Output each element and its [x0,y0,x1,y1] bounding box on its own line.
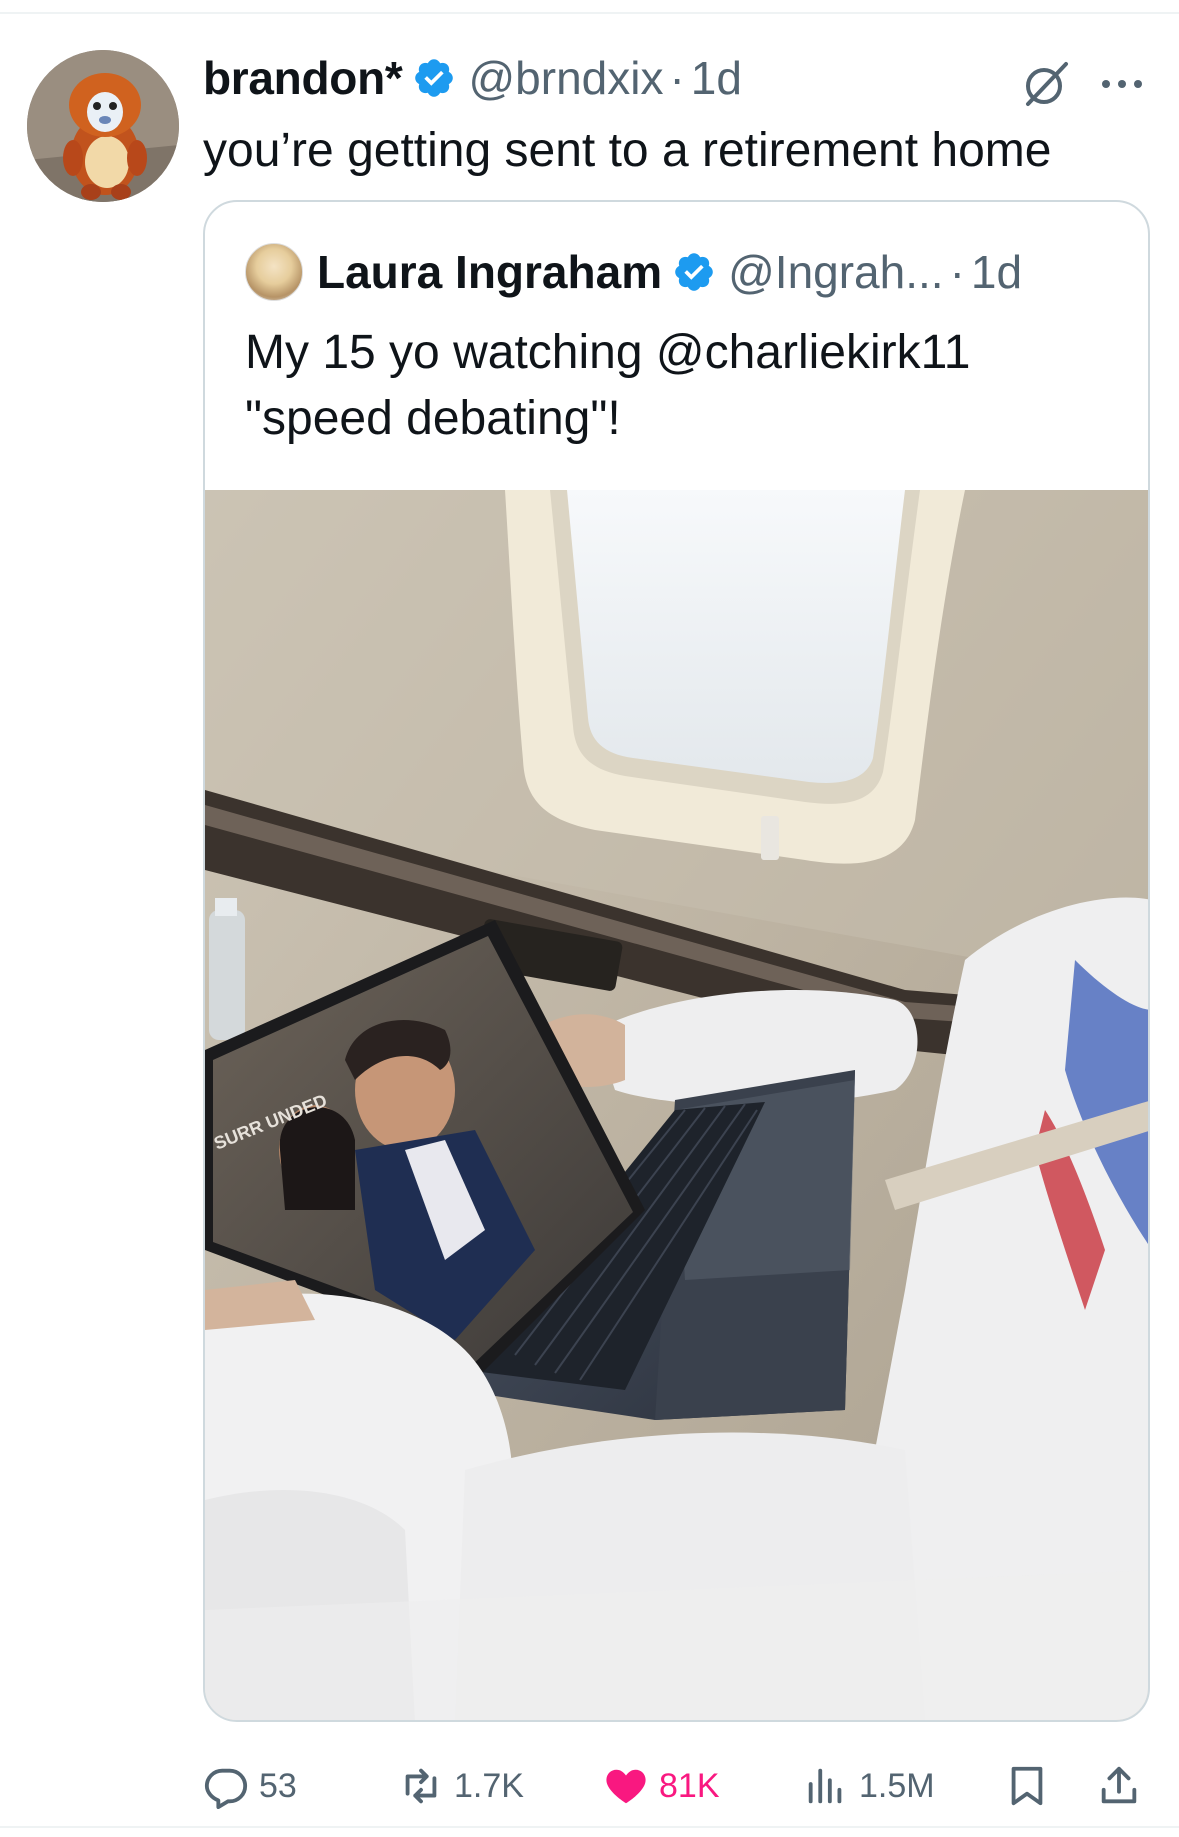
bottom-divider [0,1826,1179,1828]
quoted-author-name[interactable]: Laura Ingraham [317,245,662,299]
views-icon [808,1768,842,1804]
repost-count: 1.7K [454,1766,524,1805]
like-button[interactable]: 81K [603,1756,720,1816]
like-icon [606,1769,646,1804]
share-icon [1101,1766,1137,1804]
quoted-tweet-text-line: "speed debating"! [245,392,621,445]
verified-badge-icon [415,59,454,97]
author-handle[interactable]: @brndxix [468,51,663,105]
quoted-author-handle[interactable]: @Ingrah... [728,245,943,299]
quoted-tweet-text: My 15 yo watching @charliekirk11 "speed … [245,320,970,452]
more-icon[interactable] [1098,74,1146,94]
views-button[interactable]: 1.5M [803,1756,935,1816]
author-name[interactable]: brandon* [203,51,403,105]
quoted-tweet-header: Laura Ingraham @Ingrah... · 1d [245,243,1022,301]
bookmark-icon [1011,1766,1043,1806]
quoted-tweet[interactable]: Laura Ingraham @Ingrah... · 1d My 15 yo … [203,200,1150,1722]
quoted-author-avatar[interactable] [245,243,303,301]
bookmark-button[interactable] [1004,1756,1050,1816]
top-divider [0,0,1179,14]
reply-button[interactable]: 53 [203,1756,297,1816]
separator-dot: · [669,52,685,104]
grok-icon[interactable] [1022,60,1070,108]
reply-icon [204,1768,248,1809]
tweet-timestamp[interactable]: 1d [691,51,742,105]
verified-badge-icon [675,253,713,291]
tweet-text: you’re getting sent to a retirement home [203,124,1052,177]
author-avatar[interactable] [27,50,179,202]
like-count: 81K [659,1766,720,1805]
quoted-tweet-timestamp[interactable]: 1d [971,245,1022,299]
separator-dot: · [949,246,965,298]
share-button[interactable] [1096,1756,1142,1816]
tweet-header: brandon* @brndxix · 1d [203,48,742,108]
reply-count: 53 [259,1766,297,1805]
repost-icon [405,1768,437,1804]
quoted-tweet-text-line: My 15 yo watching @charliekirk11 [245,326,971,379]
repost-button[interactable]: 1.7K [398,1756,524,1816]
quoted-tweet-photo[interactable]: SURR UNDED [205,490,1150,1722]
views-count: 1.5M [859,1766,935,1805]
action-bar: 53 1.7K 81K 1.5M [0,1756,1179,1816]
